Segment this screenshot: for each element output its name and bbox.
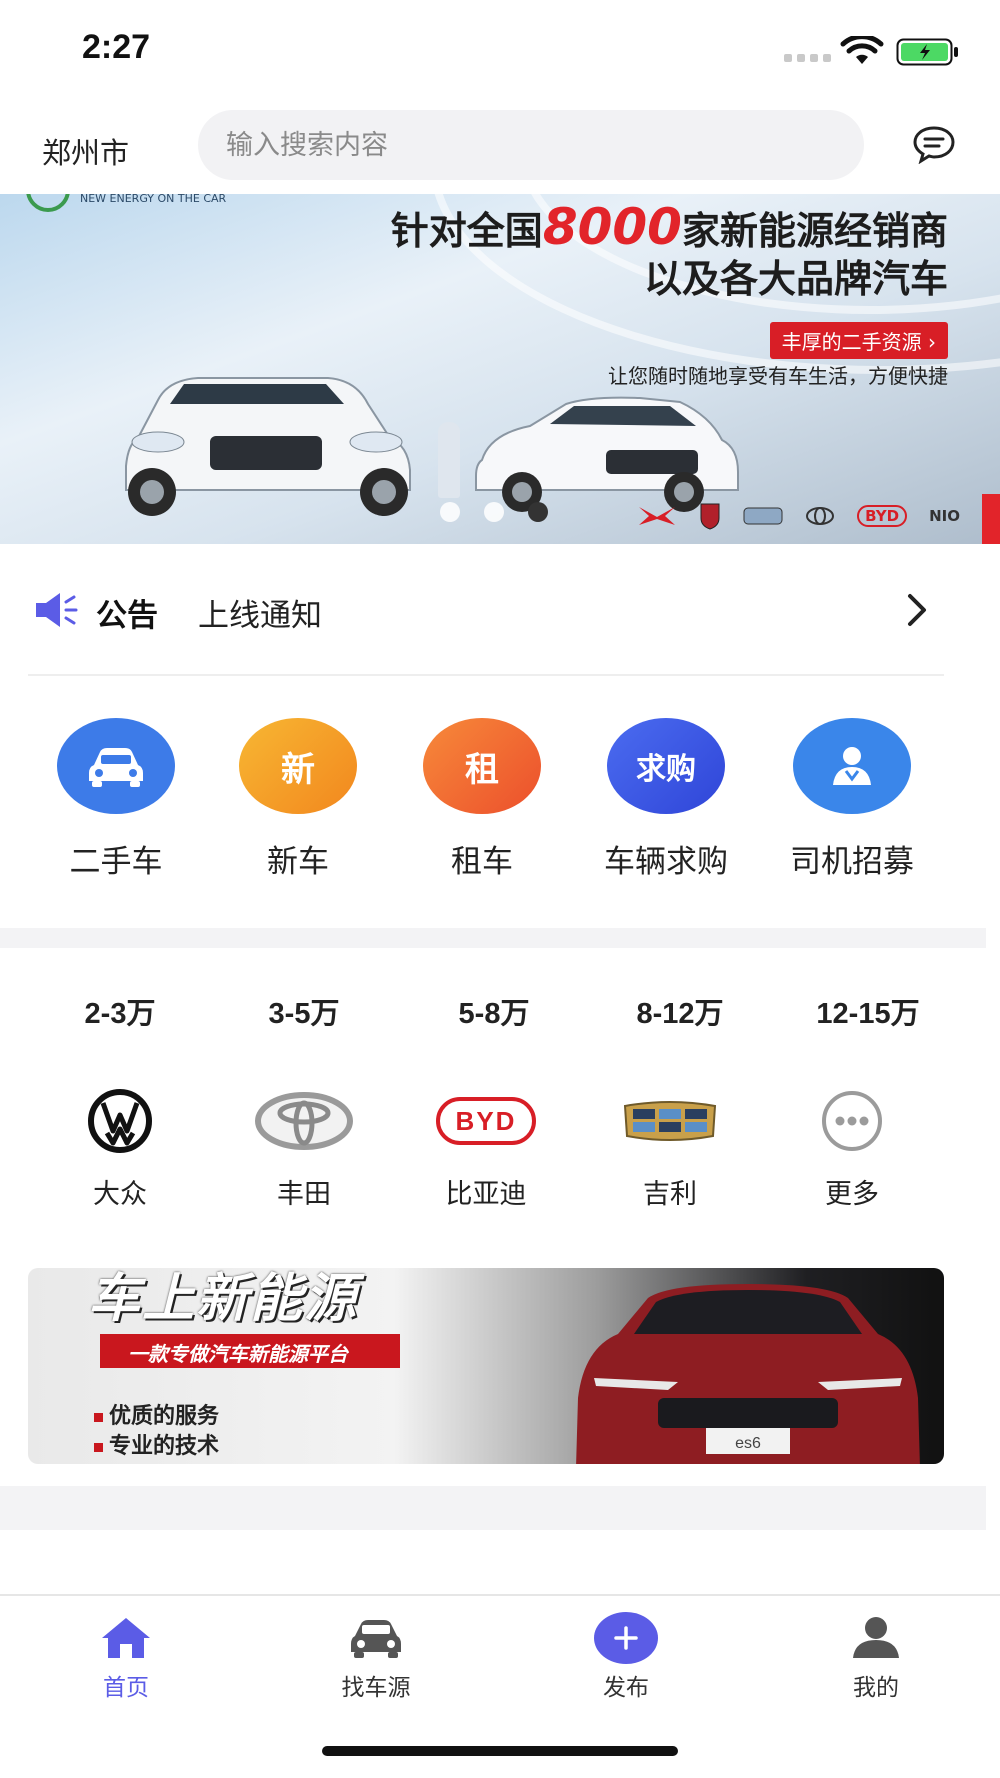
- toyota-logo-icon: [255, 1092, 353, 1150]
- rent-badge: 租: [423, 718, 541, 814]
- home-indicator: [322, 1746, 678, 1756]
- price-range-item[interactable]: 2-3万: [30, 990, 210, 1032]
- nio-brand-text: NIO: [929, 507, 960, 525]
- geely-logo-icon: [623, 1101, 717, 1141]
- brand-name: 丰田: [277, 1179, 331, 1210]
- geely-brand-icon: [743, 507, 783, 525]
- plate-text: es6: [735, 1435, 761, 1452]
- brand-name: 吉利: [643, 1179, 697, 1210]
- category-label: 二手车: [69, 844, 163, 880]
- carousel-dot-active[interactable]: [528, 502, 548, 522]
- vw-logo-icon: [88, 1089, 152, 1153]
- tab-label: 我的: [853, 1675, 899, 1701]
- category-label: 租车: [451, 844, 513, 880]
- search-bar[interactable]: [198, 110, 864, 180]
- promo-point: 专业的技术: [94, 1428, 219, 1460]
- more-icon: [822, 1091, 882, 1151]
- banner-carousel[interactable]: NEW ENERGY ON THE CAR 针对全国8000家新能源经销商 以及…: [0, 194, 1000, 544]
- signal-icon: [784, 54, 831, 62]
- price-range-item[interactable]: 12-15万: [778, 990, 958, 1032]
- promo-banner[interactable]: 车上新能源 一款专做汽车新能源平台 优质的服务 专业的技术 es6: [28, 1268, 944, 1464]
- byd-logo-icon: BYD: [436, 1097, 536, 1145]
- car-icon: [57, 718, 175, 814]
- message-icon[interactable]: [912, 124, 956, 164]
- charger-image: [438, 422, 460, 498]
- suv-image: [125, 377, 411, 516]
- category-rent-car[interactable]: 租 租车: [392, 718, 572, 881]
- category-used-car[interactable]: 二手车: [26, 718, 206, 881]
- tab-home[interactable]: 首页: [46, 1612, 206, 1702]
- carousel-dot[interactable]: [484, 502, 504, 522]
- es6-car-image: es6: [576, 1284, 920, 1464]
- category-grid: 二手车 新 新车 租 租车 求购 车辆求购 司机招募: [0, 718, 1000, 888]
- brand-item-geely[interactable]: 吉利: [580, 1086, 760, 1211]
- banner-red-tab: [982, 494, 1000, 544]
- battery-icon: [896, 38, 958, 66]
- status-time: 2:27: [82, 28, 151, 66]
- bottom-tab-bar: 首页 找车源 发布 我的: [0, 1594, 1000, 1778]
- price-range-item[interactable]: 5-8万: [404, 990, 584, 1032]
- category-label: 车辆求购: [604, 844, 728, 880]
- wifi-icon: [840, 36, 884, 64]
- tab-label: 首页: [103, 1675, 149, 1701]
- tab-label: 发布: [603, 1675, 649, 1701]
- price-range-item[interactable]: 8-12万: [590, 990, 770, 1032]
- search-input[interactable]: [226, 129, 836, 161]
- brand-name: 比亚迪: [445, 1179, 527, 1210]
- brand-item-vw[interactable]: 大众: [30, 1086, 210, 1211]
- chevron-right-icon: [908, 594, 926, 626]
- carousel-dot[interactable]: [440, 502, 460, 522]
- category-new-car[interactable]: 新 新车: [208, 718, 388, 881]
- banner-corner-text: NEW ENERGY ON THE CAR: [80, 194, 227, 205]
- promo-point: 优质的服务: [94, 1398, 219, 1430]
- tab-profile[interactable]: 我的: [796, 1612, 956, 1702]
- status-bar: 2:27: [0, 0, 1000, 100]
- speaker-icon: [36, 593, 78, 627]
- announcement-text: 上线通知: [198, 598, 322, 634]
- promo-title: 车上新能源: [88, 1269, 359, 1329]
- plus-icon: [594, 1612, 658, 1664]
- home-icon: [102, 1618, 150, 1658]
- banner-subheadline: 以及各大品牌汽车: [643, 257, 948, 301]
- driver-icon: [793, 718, 911, 814]
- category-label: 新车: [267, 844, 329, 880]
- brand-item-toyota[interactable]: 丰田: [214, 1086, 394, 1211]
- brand-name: 大众: [93, 1179, 147, 1210]
- tab-find-car[interactable]: 找车源: [296, 1612, 456, 1702]
- search-header: 郑州市: [0, 108, 1000, 192]
- banner-subtitle: 让您随时随地享受有车生活，方便快捷: [608, 364, 948, 388]
- promo-slogan: 一款专做汽车新能源平台: [128, 1342, 348, 1366]
- announcement-bar[interactable]: 公告 上线通知: [28, 560, 944, 676]
- city-selector[interactable]: 郑州市: [42, 130, 129, 172]
- ring-brand-icon: [806, 507, 835, 525]
- brand-row: 大众 丰田 BYD 比亚迪 吉利 更多: [0, 1086, 1000, 1216]
- category-buy-request[interactable]: 求购 车辆求购: [576, 718, 756, 881]
- carousel-indicator: [440, 502, 548, 522]
- tab-publish[interactable]: 发布: [546, 1612, 706, 1702]
- tab-label: 找车源: [341, 1675, 411, 1701]
- brand-logo-icon: [26, 194, 70, 212]
- category-driver-recruit[interactable]: 司机招募: [762, 718, 942, 881]
- new-badge: 新: [239, 718, 357, 814]
- byd-brand-text: BYD: [857, 505, 908, 527]
- section-divider: [0, 928, 986, 948]
- banner-tag: 丰厚的二手资源 ›: [769, 322, 948, 359]
- announcement-label: 公告: [96, 598, 158, 634]
- brand-item-more[interactable]: 更多: [762, 1086, 942, 1211]
- section-divider: [0, 1486, 986, 1530]
- brand-item-byd[interactable]: BYD 比亚迪: [396, 1086, 576, 1211]
- price-range-row: 2-3万 3-5万 5-8万 8-12万 12-15万: [0, 990, 1000, 1040]
- car-icon: [351, 1620, 401, 1658]
- brand-strip: BYD NIO: [637, 502, 960, 530]
- brand-name: 更多: [825, 1179, 879, 1210]
- brand-mark-icon: [639, 507, 676, 525]
- user-icon: [853, 1617, 899, 1658]
- price-range-item[interactable]: 3-5万: [214, 990, 394, 1032]
- buy-badge: 求购: [607, 718, 725, 814]
- shield-brand-icon: [700, 503, 720, 530]
- category-label: 司机招募: [790, 844, 914, 880]
